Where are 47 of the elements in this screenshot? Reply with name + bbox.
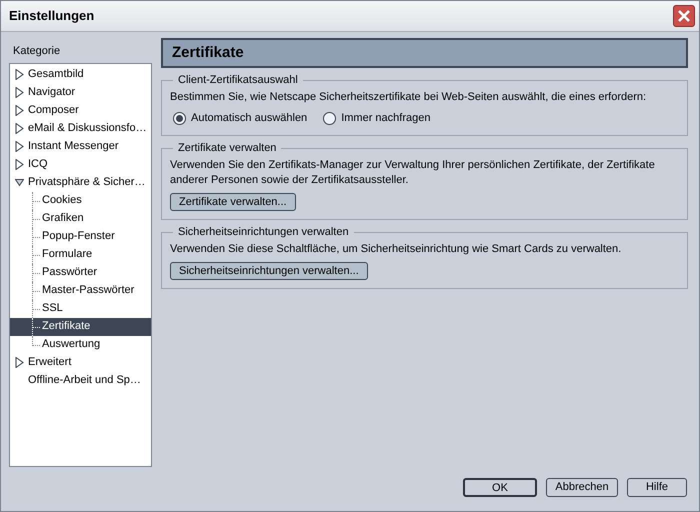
panel-title: Zertifikate [161,38,688,68]
manage-button[interactable]: Zertifikate verwalten... [170,192,296,210]
tree-item[interactable]: eMail & Diskussionsfo… [10,120,151,138]
tree-item[interactable]: Passwörter [10,264,151,282]
close-button[interactable] [673,5,695,27]
tree-item[interactable]: Popup-Fenster [10,228,151,246]
collapsed-arrow-icon[interactable] [15,105,24,116]
radio-button[interactable] [173,112,186,125]
dialog-button[interactable]: Abbrechen [546,478,618,496]
group-title: Client-Zertifikatsauswahl [177,75,299,86]
group-description: Verwenden Sie diese Schaltfläche, um Sicherheitseinrichtung wie Smart Cards zu verwalten. [170,242,622,256]
tree-item[interactable]: Navigator [10,84,151,102]
tree-item[interactable]: Instant Messenger [10,138,151,156]
group-description: Bestimmen Sie, wie Netscape Sicherheitszertifikate bei Web-Seiten auswählt, die eines erfordern: [170,90,648,105]
tree-item[interactable]: Zertifikate [10,318,151,336]
group-title: Sicherheitseinrichtungen verwalten [177,226,350,238]
close-icon [677,9,691,23]
tree-item[interactable]: Gesamtbild [10,66,151,84]
radio-label: Immer nachfragen [341,111,430,126]
tree-item[interactable]: Cookies [10,192,151,210]
tree-item[interactable]: ICQ [10,156,151,174]
collapsed-arrow-icon[interactable] [15,123,24,134]
window-title: Einstellungen [9,7,94,26]
expanded-arrow-icon[interactable] [15,177,24,188]
radio-button[interactable] [323,112,336,125]
manage-button[interactable]: Sicherheitseinrichtungen verwalten... [170,262,368,280]
tree-item[interactable]: Formulare [10,246,151,264]
radio-label: Automatisch auswählen [191,111,308,126]
radio-option[interactable]: Automatisch auswählen [173,110,308,126]
tree-item[interactable]: Composer [10,102,151,120]
tree-item[interactable]: Grafiken [10,210,151,228]
group-description: Verwenden Sie den Zertifikats-Manager zur Verwaltung Ihrer persönlichen Zertifikate, der Zertifikate anderer Personen sowie der Zertifikatsaussteller. [170,158,656,188]
dialog-button[interactable]: Hilfe [627,478,687,496]
tree-item[interactable]: Auswertung [10,336,151,354]
collapsed-arrow-icon[interactable] [15,69,24,80]
collapsed-arrow-icon[interactable] [15,159,24,170]
collapsed-arrow-icon[interactable] [15,87,24,98]
collapsed-arrow-icon[interactable] [15,357,24,368]
radio-option[interactable]: Immer nachfragen [323,110,430,126]
sidebar-label: Kategorie [12,44,62,59]
tree-item[interactable]: Offline-Arbeit und Sp… [10,372,151,390]
tree-item[interactable]: Master-Passwörter [10,282,151,300]
group-title: Zertifikate verwalten [177,142,278,154]
collapsed-arrow-icon[interactable] [15,141,24,152]
tree-item[interactable]: Privatsphäre & Sicher… [10,174,151,192]
tree-item[interactable]: Erweitert [10,354,151,372]
dialog-button[interactable]: OK [463,478,537,496]
